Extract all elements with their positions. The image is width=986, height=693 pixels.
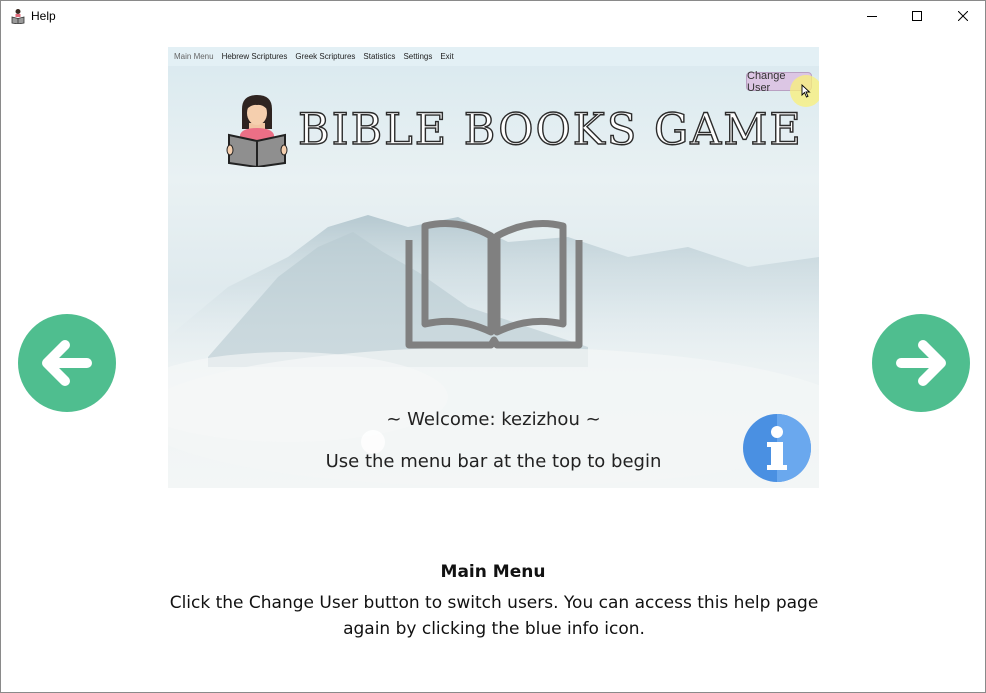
menu-greek-scriptures: Greek Scriptures: [295, 52, 356, 61]
menu-statistics: Statistics: [363, 52, 396, 61]
caption-title: Main Menu: [440, 562, 546, 582]
caption-body: Click the Change User button to switch u…: [169, 593, 819, 639]
help-window: Help Main Menu Hebrew Scriptures Greek S…: [0, 0, 986, 693]
maximize-button[interactable]: [894, 1, 940, 31]
menu-exit: Exit: [440, 52, 454, 61]
window-title: Help: [31, 9, 56, 23]
minimize-button[interactable]: [849, 1, 895, 31]
maximize-icon: [912, 11, 922, 21]
game-menu-bar: Main Menu Hebrew Scriptures Greek Script…: [168, 47, 819, 66]
info-icon: [743, 414, 811, 482]
previous-button[interactable]: [18, 314, 116, 412]
menu-main-menu: Main Menu: [174, 52, 214, 61]
help-screenshot: Main Menu Hebrew Scriptures Greek Script…: [168, 47, 819, 488]
close-button[interactable]: [940, 1, 986, 31]
title-bar: Help: [1, 1, 985, 31]
app-icon: [10, 8, 26, 25]
arrow-left-icon: [42, 340, 92, 386]
game-title: BIBLE BOOKS GAME: [297, 104, 803, 155]
minimize-icon: [867, 16, 877, 17]
mouse-cursor-icon: [801, 84, 811, 98]
arrow-right-icon: [896, 340, 946, 386]
open-book-icon: [405, 220, 583, 349]
reader-logo-icon: [226, 95, 288, 167]
welcome-text: ~ Welcome: kezizhou ~: [386, 409, 601, 430]
menu-hebrew-scriptures: Hebrew Scriptures: [221, 52, 288, 61]
begin-instruction: Use the menu bar at the top to begin: [325, 451, 662, 472]
next-button[interactable]: [872, 314, 970, 412]
menu-settings: Settings: [403, 52, 433, 61]
close-icon: [958, 11, 968, 21]
